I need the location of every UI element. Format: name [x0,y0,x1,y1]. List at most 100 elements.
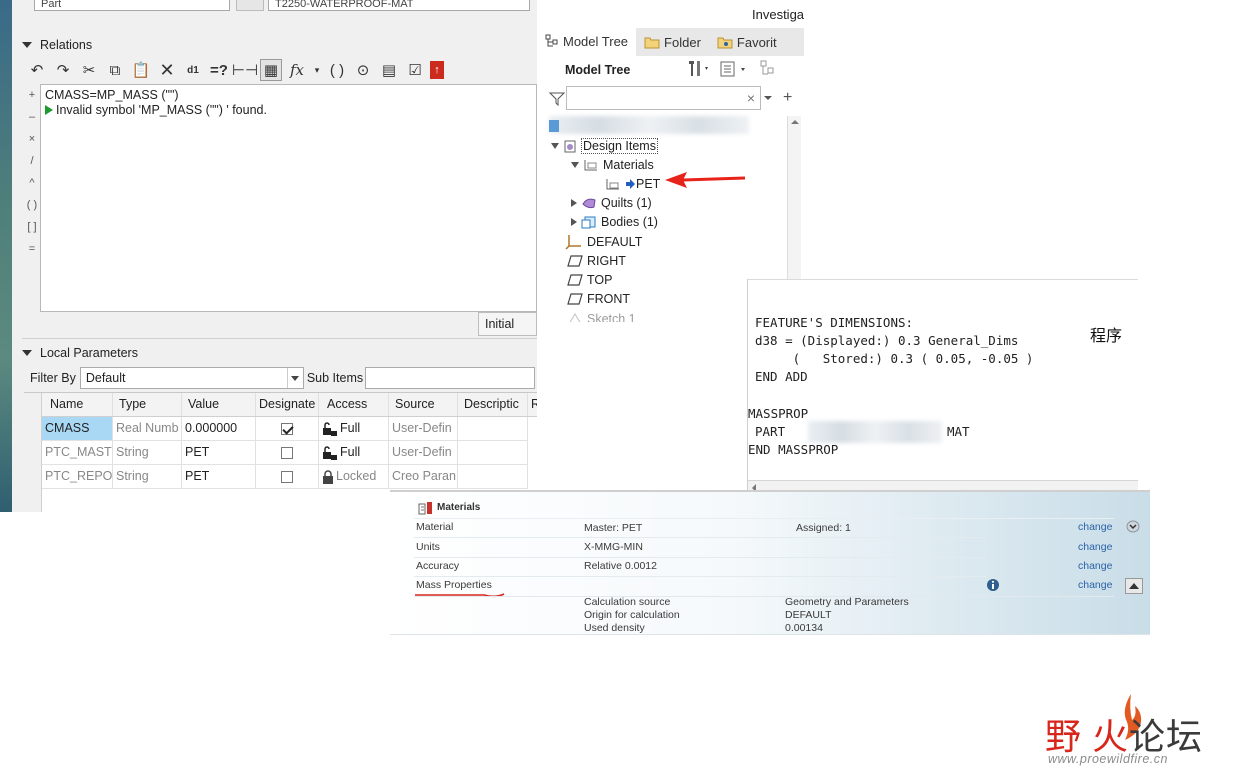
tree-item-bodies[interactable]: Bodies (1) [571,212,658,231]
designate-checkbox[interactable] [281,470,293,483]
tree-scrollbar[interactable] [787,116,801,286]
tree-item-default[interactable]: DEFAULT [565,232,642,251]
designate-checkbox[interactable] [281,446,293,459]
undo-icon[interactable]: ↶ [26,59,48,81]
param-value[interactable]: PET [182,441,256,464]
operator-power[interactable]: ^ [24,172,40,194]
filter-combo[interactable]: Default [79,367,304,389]
change-accuracy-link[interactable]: change [1078,560,1112,572]
operator-minus[interactable]: – [24,106,40,128]
tab-favorites[interactable]: Favorit [709,28,785,56]
tree-item-quilts[interactable]: Quilts (1) [571,193,652,212]
evaluate-icon[interactable]: =? [208,59,230,81]
scroll-up-icon[interactable] [788,116,802,128]
annotation-arrow-icon [665,172,746,188]
tree-item-right[interactable]: RIGHT [567,251,626,270]
execute-icon[interactable]: ↑ [430,61,444,79]
param-name[interactable]: PTC_MAST [42,441,113,464]
relations-section-header[interactable]: Relations [22,38,92,52]
local-params-header[interactable]: Local Parameters [22,346,138,360]
column-header[interactable]: Name [42,393,113,416]
column-header[interactable]: Source [389,393,458,416]
divider [414,518,1114,519]
operator-multiply[interactable]: × [24,128,40,150]
column-header[interactable]: Descriptic [458,393,528,416]
expand-icon[interactable] [571,198,577,207]
param-name[interactable]: CMASS [42,417,113,440]
operator-brackets[interactable]: [ ] [24,216,40,238]
change-units-link[interactable]: change [1078,541,1112,553]
initial-combo[interactable]: Initial [478,312,537,336]
measure-icon[interactable]: ⊢⊣ [232,59,258,81]
check-icon[interactable]: ☑ [404,59,426,81]
operator-plus[interactable]: + [24,84,40,106]
close-icon[interactable]: × [747,90,755,106]
verify-icon[interactable]: ⊙ [352,59,374,81]
display-icon[interactable]: ▦ [260,59,282,81]
tab-folder[interactable]: Folder [636,28,709,56]
info-icon[interactable] [986,578,1000,592]
expand-icon[interactable] [551,142,559,149]
collapse-circle-icon[interactable] [1126,520,1140,533]
change-mass-properties-link[interactable]: change [1078,579,1112,591]
select-button[interactable] [236,0,264,11]
expand-icon[interactable] [571,217,577,226]
param-value[interactable]: PET [182,465,256,488]
delete-icon[interactable]: ✕ [156,59,178,81]
designate-checkbox[interactable] [281,422,293,435]
redo-icon[interactable]: ↷ [52,59,74,81]
param-description[interactable] [458,441,528,464]
sort-icon[interactable]: ▤ [378,59,400,81]
tree-item-sketch[interactable]: Sketch 1 [567,309,636,322]
show-icon[interactable] [719,59,749,79]
filter-tree-icon[interactable] [759,59,777,79]
column-header[interactable]: Type [113,393,182,416]
relations-editor[interactable]: CMASS=MP_MASS ("") Invalid symbol 'MP_MA… [40,84,537,312]
info-text-panel: FEATURE'S DIMENSIONS: d38 = (Displayed:)… [747,279,1138,494]
table-row[interactable]: PTC_REPOI String PET Locked Creo Paran [42,465,528,489]
chevron-up-icon[interactable] [1125,578,1143,594]
relations-dialog: Part T2250-WATERPROOF-MAT Relations ↶ ↷ … [0,0,537,512]
copy-icon[interactable]: ⧉ [104,59,126,81]
access-cell: Full [319,417,389,440]
column-header[interactable]: Designate [256,393,319,416]
chevron-down-icon[interactable] [763,94,773,102]
column-header[interactable]: Access [319,393,389,416]
table-row[interactable]: CMASS Real Numb 0.000000 Full User-Defin [42,417,528,441]
tree-item-pet[interactable]: PET [605,174,660,193]
tree-item-design-items[interactable]: Design Items [551,136,658,155]
tab-model-tree[interactable]: Model Tree [537,28,637,56]
operator-parens[interactable]: ( ) [24,194,40,216]
expand-icon[interactable] [571,161,579,168]
param-source: Creo Paran [389,465,458,488]
change-material-link[interactable]: change [1078,521,1112,533]
model-tree-tools [687,59,777,79]
tree-item-materials[interactable]: Materials [571,155,654,174]
model-combo[interactable]: T2250-WATERPROOF-MAT [268,0,530,11]
switch-dims-icon[interactable]: d1 [182,59,204,81]
param-value[interactable]: 0.000000 [182,417,256,440]
tree-item-front[interactable]: FRONT [567,289,630,308]
function-icon[interactable]: fx [286,59,308,81]
column-header[interactable]: R [528,393,537,416]
column-header[interactable]: Value [182,393,256,416]
function-dropdown-icon[interactable]: ▾ [312,59,322,81]
cut-icon[interactable]: ✂ [78,59,100,81]
filter-icon[interactable] [549,92,565,106]
tree-item-top[interactable]: TOP [567,270,612,289]
sub-items-combo[interactable] [365,367,536,389]
parentheses-icon[interactable]: ( ) [326,59,348,81]
param-description[interactable] [458,465,528,488]
type-combo[interactable]: Part [34,0,230,11]
paste-icon[interactable]: 📋 [130,59,152,81]
add-icon[interactable]: + [783,89,792,107]
investigate-header[interactable]: Investiga [752,7,804,22]
table-row[interactable]: PTC_MAST String PET Full User-Defin [42,441,528,465]
operator-divide[interactable]: / [24,150,40,172]
param-description[interactable] [458,417,528,440]
param-name[interactable]: PTC_REPOI [42,465,113,488]
mass-properties-label[interactable]: Mass Properties [416,579,492,591]
tree-search-input[interactable]: × [566,86,761,110]
operator-equals[interactable]: = [24,238,40,260]
settings-tools-icon[interactable] [687,59,709,79]
